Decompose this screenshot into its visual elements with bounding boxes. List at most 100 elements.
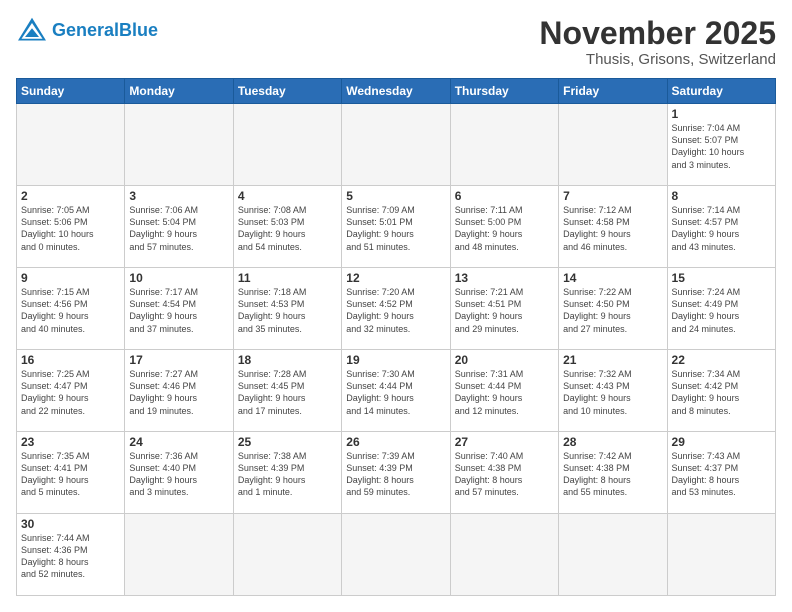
- day-info: Sunrise: 7:11 AM Sunset: 5:00 PM Dayligh…: [455, 204, 554, 253]
- day-info: Sunrise: 7:30 AM Sunset: 4:44 PM Dayligh…: [346, 368, 445, 417]
- cell-w0-d1: [125, 104, 233, 186]
- cell-w3-d3: 19Sunrise: 7:30 AM Sunset: 4:44 PM Dayli…: [342, 350, 450, 432]
- cell-w1-d0: 2Sunrise: 7:05 AM Sunset: 5:06 PM Daylig…: [17, 186, 125, 268]
- days-row: Sunday Monday Tuesday Wednesday Thursday…: [17, 79, 776, 104]
- cell-w1-d5: 7Sunrise: 7:12 AM Sunset: 4:58 PM Daylig…: [559, 186, 667, 268]
- cell-w0-d0: [17, 104, 125, 186]
- cell-w2-d3: 12Sunrise: 7:20 AM Sunset: 4:52 PM Dayli…: [342, 268, 450, 350]
- cell-w3-d6: 22Sunrise: 7:34 AM Sunset: 4:42 PM Dayli…: [667, 350, 775, 432]
- cell-w0-d5: [559, 104, 667, 186]
- day-number: 2: [21, 189, 120, 203]
- calendar-row-1: 2Sunrise: 7:05 AM Sunset: 5:06 PM Daylig…: [17, 186, 776, 268]
- col-friday: Friday: [559, 79, 667, 104]
- day-number: 10: [129, 271, 228, 285]
- day-number: 19: [346, 353, 445, 367]
- cell-w1-d4: 6Sunrise: 7:11 AM Sunset: 5:00 PM Daylig…: [450, 186, 558, 268]
- header: GeneralBlue November 2025 Thusis, Grison…: [16, 16, 776, 68]
- cell-w3-d0: 16Sunrise: 7:25 AM Sunset: 4:47 PM Dayli…: [17, 350, 125, 432]
- logo-general: General: [52, 20, 119, 40]
- day-info: Sunrise: 7:05 AM Sunset: 5:06 PM Dayligh…: [21, 204, 120, 253]
- cell-w4-d1: 24Sunrise: 7:36 AM Sunset: 4:40 PM Dayli…: [125, 432, 233, 514]
- cell-w4-d3: 26Sunrise: 7:39 AM Sunset: 4:39 PM Dayli…: [342, 432, 450, 514]
- logo-icon: [16, 16, 48, 44]
- calendar-row-2: 9Sunrise: 7:15 AM Sunset: 4:56 PM Daylig…: [17, 268, 776, 350]
- day-number: 26: [346, 435, 445, 449]
- cell-w2-d4: 13Sunrise: 7:21 AM Sunset: 4:51 PM Dayli…: [450, 268, 558, 350]
- day-info: Sunrise: 7:32 AM Sunset: 4:43 PM Dayligh…: [563, 368, 662, 417]
- cell-w5-d4: [450, 514, 558, 596]
- cell-w2-d1: 10Sunrise: 7:17 AM Sunset: 4:54 PM Dayli…: [125, 268, 233, 350]
- day-number: 20: [455, 353, 554, 367]
- day-number: 3: [129, 189, 228, 203]
- cell-w4-d2: 25Sunrise: 7:38 AM Sunset: 4:39 PM Dayli…: [233, 432, 341, 514]
- day-number: 16: [21, 353, 120, 367]
- day-info: Sunrise: 7:17 AM Sunset: 4:54 PM Dayligh…: [129, 286, 228, 335]
- col-tuesday: Tuesday: [233, 79, 341, 104]
- cell-w5-d0: 30Sunrise: 7:44 AM Sunset: 4:36 PM Dayli…: [17, 514, 125, 596]
- day-info: Sunrise: 7:15 AM Sunset: 4:56 PM Dayligh…: [21, 286, 120, 335]
- day-number: 11: [238, 271, 337, 285]
- day-number: 30: [21, 517, 120, 531]
- col-thursday: Thursday: [450, 79, 558, 104]
- day-info: Sunrise: 7:39 AM Sunset: 4:39 PM Dayligh…: [346, 450, 445, 499]
- calendar-row-5: 30Sunrise: 7:44 AM Sunset: 4:36 PM Dayli…: [17, 514, 776, 596]
- day-info: Sunrise: 7:28 AM Sunset: 4:45 PM Dayligh…: [238, 368, 337, 417]
- day-info: Sunrise: 7:43 AM Sunset: 4:37 PM Dayligh…: [672, 450, 771, 499]
- day-info: Sunrise: 7:18 AM Sunset: 4:53 PM Dayligh…: [238, 286, 337, 335]
- cell-w1-d2: 4Sunrise: 7:08 AM Sunset: 5:03 PM Daylig…: [233, 186, 341, 268]
- cell-w1-d6: 8Sunrise: 7:14 AM Sunset: 4:57 PM Daylig…: [667, 186, 775, 268]
- day-number: 12: [346, 271, 445, 285]
- day-info: Sunrise: 7:09 AM Sunset: 5:01 PM Dayligh…: [346, 204, 445, 253]
- calendar-header: Sunday Monday Tuesday Wednesday Thursday…: [17, 79, 776, 104]
- cell-w4-d5: 28Sunrise: 7:42 AM Sunset: 4:38 PM Dayli…: [559, 432, 667, 514]
- col-sunday: Sunday: [17, 79, 125, 104]
- col-monday: Monday: [125, 79, 233, 104]
- calendar-table: Sunday Monday Tuesday Wednesday Thursday…: [16, 78, 776, 596]
- cell-w0-d6: 1Sunrise: 7:04 AM Sunset: 5:07 PM Daylig…: [667, 104, 775, 186]
- cell-w5-d1: [125, 514, 233, 596]
- day-number: 6: [455, 189, 554, 203]
- calendar-row-3: 16Sunrise: 7:25 AM Sunset: 4:47 PM Dayli…: [17, 350, 776, 432]
- cell-w5-d3: [342, 514, 450, 596]
- cell-w2-d6: 15Sunrise: 7:24 AM Sunset: 4:49 PM Dayli…: [667, 268, 775, 350]
- day-number: 18: [238, 353, 337, 367]
- cell-w3-d4: 20Sunrise: 7:31 AM Sunset: 4:44 PM Dayli…: [450, 350, 558, 432]
- calendar-body: 1Sunrise: 7:04 AM Sunset: 5:07 PM Daylig…: [17, 104, 776, 596]
- day-info: Sunrise: 7:44 AM Sunset: 4:36 PM Dayligh…: [21, 532, 120, 581]
- day-info: Sunrise: 7:34 AM Sunset: 4:42 PM Dayligh…: [672, 368, 771, 417]
- location: Thusis, Grisons, Switzerland: [539, 51, 776, 68]
- day-info: Sunrise: 7:31 AM Sunset: 4:44 PM Dayligh…: [455, 368, 554, 417]
- day-number: 9: [21, 271, 120, 285]
- day-info: Sunrise: 7:38 AM Sunset: 4:39 PM Dayligh…: [238, 450, 337, 499]
- day-info: Sunrise: 7:20 AM Sunset: 4:52 PM Dayligh…: [346, 286, 445, 335]
- day-info: Sunrise: 7:27 AM Sunset: 4:46 PM Dayligh…: [129, 368, 228, 417]
- day-number: 27: [455, 435, 554, 449]
- col-wednesday: Wednesday: [342, 79, 450, 104]
- day-number: 4: [238, 189, 337, 203]
- cell-w3-d2: 18Sunrise: 7:28 AM Sunset: 4:45 PM Dayli…: [233, 350, 341, 432]
- day-info: Sunrise: 7:36 AM Sunset: 4:40 PM Dayligh…: [129, 450, 228, 499]
- day-number: 7: [563, 189, 662, 203]
- day-number: 21: [563, 353, 662, 367]
- day-number: 14: [563, 271, 662, 285]
- day-info: Sunrise: 7:25 AM Sunset: 4:47 PM Dayligh…: [21, 368, 120, 417]
- day-number: 29: [672, 435, 771, 449]
- day-number: 25: [238, 435, 337, 449]
- calendar-row-4: 23Sunrise: 7:35 AM Sunset: 4:41 PM Dayli…: [17, 432, 776, 514]
- cell-w5-d5: [559, 514, 667, 596]
- cell-w0-d3: [342, 104, 450, 186]
- cell-w3-d5: 21Sunrise: 7:32 AM Sunset: 4:43 PM Dayli…: [559, 350, 667, 432]
- title-block: November 2025 Thusis, Grisons, Switzerla…: [539, 16, 776, 68]
- day-info: Sunrise: 7:42 AM Sunset: 4:38 PM Dayligh…: [563, 450, 662, 499]
- day-info: Sunrise: 7:08 AM Sunset: 5:03 PM Dayligh…: [238, 204, 337, 253]
- cell-w2-d2: 11Sunrise: 7:18 AM Sunset: 4:53 PM Dayli…: [233, 268, 341, 350]
- day-info: Sunrise: 7:40 AM Sunset: 4:38 PM Dayligh…: [455, 450, 554, 499]
- day-info: Sunrise: 7:06 AM Sunset: 5:04 PM Dayligh…: [129, 204, 228, 253]
- cell-w4-d4: 27Sunrise: 7:40 AM Sunset: 4:38 PM Dayli…: [450, 432, 558, 514]
- cell-w5-d2: [233, 514, 341, 596]
- day-number: 23: [21, 435, 120, 449]
- cell-w2-d0: 9Sunrise: 7:15 AM Sunset: 4:56 PM Daylig…: [17, 268, 125, 350]
- day-info: Sunrise: 7:24 AM Sunset: 4:49 PM Dayligh…: [672, 286, 771, 335]
- day-info: Sunrise: 7:12 AM Sunset: 4:58 PM Dayligh…: [563, 204, 662, 253]
- cell-w0-d4: [450, 104, 558, 186]
